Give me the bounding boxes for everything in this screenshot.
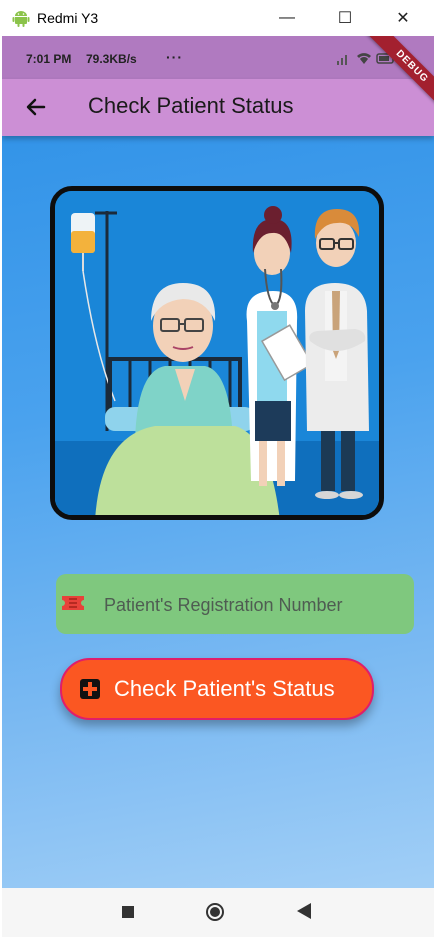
status-bar: 7:01 PM 79.3KB/s ··· bbox=[2, 36, 434, 79]
android-nav-bar bbox=[2, 888, 434, 937]
check-status-button[interactable]: Check Patient's Status bbox=[60, 658, 374, 720]
registration-number-input[interactable] bbox=[102, 582, 406, 628]
home-button[interactable] bbox=[205, 902, 225, 922]
page-title: Check Patient Status bbox=[88, 93, 294, 118]
nav-back-button[interactable] bbox=[297, 903, 311, 919]
maximize-icon: ☐ bbox=[337, 10, 353, 27]
registration-number-field[interactable] bbox=[56, 574, 414, 634]
recents-button[interactable] bbox=[122, 906, 134, 918]
app-bar: Check Patient Status bbox=[2, 79, 434, 136]
minimize-icon: — bbox=[279, 9, 295, 26]
medical-plus-icon bbox=[80, 679, 100, 699]
status-network-speed: 79.3KB/s bbox=[86, 52, 137, 66]
phone-screen: 7:01 PM 79.3KB/s ··· Check Patient Statu… bbox=[2, 36, 434, 937]
arrow-left-icon bbox=[26, 98, 46, 116]
maximize-button[interactable]: ☐ bbox=[316, 0, 374, 36]
close-button[interactable]: ✕ bbox=[374, 0, 432, 36]
window-title: Redmi Y3 bbox=[37, 10, 99, 26]
android-icon bbox=[12, 11, 30, 27]
ticket-icon bbox=[62, 596, 84, 610]
minimize-button[interactable]: — bbox=[258, 0, 316, 36]
hospital-illustration bbox=[50, 186, 384, 520]
back-button[interactable] bbox=[22, 93, 50, 121]
close-icon: ✕ bbox=[396, 10, 410, 27]
window-titlebar: Redmi Y3 — ☐ ✕ bbox=[0, 0, 436, 36]
patient-doctors-image bbox=[55, 191, 379, 515]
status-more-icon: ··· bbox=[166, 49, 183, 65]
status-time: 7:01 PM bbox=[26, 52, 72, 66]
check-status-label: Check Patient's Status bbox=[114, 676, 335, 701]
